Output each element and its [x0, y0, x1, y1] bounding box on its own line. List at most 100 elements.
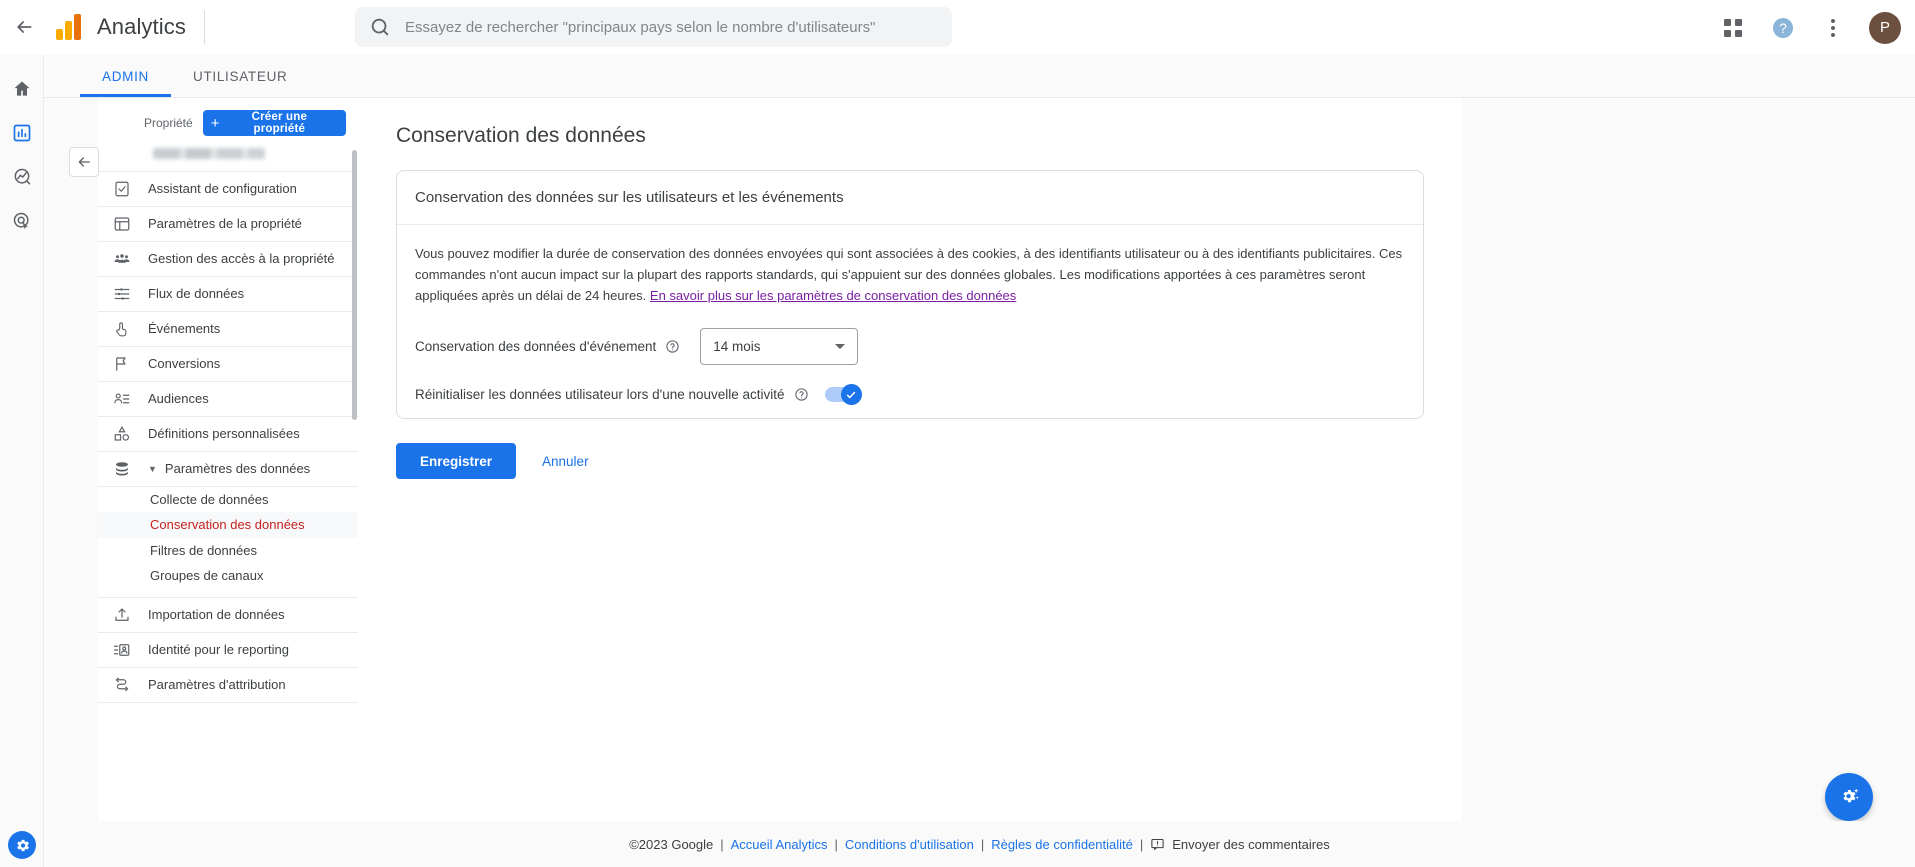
- data-streams-icon: [112, 284, 132, 304]
- card-body: Vous pouvez modifier la durée de conserv…: [397, 225, 1423, 418]
- sidebar-item-evenements[interactable]: Événements: [98, 312, 358, 347]
- footer-separator: |: [1139, 836, 1144, 852]
- footer-link-analytics-home[interactable]: Accueil Analytics: [731, 837, 828, 852]
- create-property-label: Créer une propriété: [251, 111, 308, 135]
- sidebar-item-parametres-des-donnees[interactable]: ▼ Paramètres des données: [98, 452, 358, 487]
- footer-copyright: ©2023 Google: [629, 836, 714, 852]
- main-content: Conservation des données Conservation de…: [358, 98, 1462, 821]
- sidebar-item-definitions-personnalisees[interactable]: Définitions personnalisées: [98, 417, 358, 452]
- sidebar-scrollbar[interactable]: [351, 98, 358, 821]
- plus-icon: +: [210, 114, 220, 132]
- rail-item-explore[interactable]: [0, 155, 44, 199]
- sidebar-subitem-conservation-des-donnees[interactable]: Conservation des données: [98, 512, 358, 539]
- sidebar-item-flux-de-donnees[interactable]: Flux de données: [98, 277, 358, 312]
- sidebar-collapse-button[interactable]: [69, 147, 99, 177]
- identity-icon: [112, 640, 132, 660]
- gear-sparkle-icon: [1843, 788, 1859, 803]
- sidebar-item-label: Importation de données: [148, 606, 285, 622]
- sidebar-item-parametres-dattribution[interactable]: Paramètres d'attribution: [98, 668, 358, 704]
- sidebar-item-label: Définitions personnalisées: [148, 425, 300, 441]
- avatar[interactable]: P: [1869, 11, 1901, 44]
- sidebar-item-assistant-de-configuration[interactable]: Assistant de configuration: [98, 172, 358, 207]
- admin-sidebar: Propriété + Créer une propriété Assistan…: [98, 98, 358, 821]
- help-circle-icon[interactable]: [794, 387, 809, 402]
- tab-admin[interactable]: ADMIN: [80, 55, 171, 97]
- search-input[interactable]: [405, 18, 938, 36]
- sidebar-item-gestion-des-acces[interactable]: Gestion des accès à la propriété: [98, 242, 358, 277]
- tab-utilisateur[interactable]: UTILISATEUR: [171, 55, 309, 97]
- analytics-logo-icon: [56, 14, 81, 40]
- page-body: Propriété + Créer une propriété Assistan…: [44, 98, 1915, 867]
- feedback-label[interactable]: Envoyer des commentaires: [1172, 837, 1330, 852]
- admin-tabs: ADMIN UTILISATEUR: [44, 55, 1915, 98]
- form-actions: Enregistrer Annuler: [396, 443, 1424, 480]
- sidebar-nav-list: Assistant de configuration Paramètres de…: [98, 171, 358, 704]
- sidebar-item-importation-de-donnees[interactable]: Importation de données: [98, 597, 358, 634]
- footer-link-privacy[interactable]: Règles de confidentialité: [991, 837, 1133, 852]
- property-header: Propriété + Créer une propriété: [98, 98, 358, 144]
- checklist-icon: [112, 179, 132, 199]
- sidebar-item-identite-pour-le-reporting[interactable]: Identité pour le reporting: [98, 633, 358, 669]
- footer-separator: |: [980, 836, 985, 852]
- back-arrow-icon[interactable]: [0, 0, 48, 55]
- help-circle-icon[interactable]: [665, 339, 680, 354]
- rail-settings: [0, 831, 44, 859]
- description-text: Vous pouvez modifier la durée de conserv…: [415, 243, 1405, 306]
- search-bar[interactable]: [355, 7, 952, 47]
- footer-separator: |: [834, 836, 838, 852]
- rail-item-reports[interactable]: [0, 111, 44, 155]
- insights-fab-button[interactable]: [1825, 773, 1873, 821]
- event-retention-select[interactable]: 14 mois: [700, 328, 859, 366]
- sidebar-subitem-collecte-de-donnees[interactable]: Collecte de données: [98, 487, 358, 512]
- sidebar-item-label: Flux de données: [148, 285, 245, 301]
- chevron-down-icon: [835, 344, 846, 350]
- rail-item-advertising[interactable]: [0, 199, 44, 243]
- search-icon: [369, 16, 391, 38]
- reset-user-data-toggle[interactable]: [824, 384, 862, 406]
- reset-user-data-label: Réinitialiser les données utilisateur lo…: [415, 387, 785, 403]
- feedback-icon[interactable]: [1150, 837, 1165, 852]
- footer-separator: |: [720, 836, 724, 852]
- sidebar-item-label: Paramètres de la propriété: [148, 215, 302, 231]
- sidebar-subitem-groupes-de-canaux[interactable]: Groupes de canaux: [98, 563, 358, 588]
- reset-user-data-row: Réinitialiser les données utilisateur lo…: [415, 384, 1405, 406]
- sidebar-item-parametres-de-la-propriete[interactable]: Paramètres de la propriété: [98, 207, 358, 242]
- sidebar-item-label: Conversions: [148, 355, 221, 371]
- gear-icon[interactable]: [8, 831, 36, 859]
- sidebar-item-label: Identité pour le reporting: [148, 641, 289, 657]
- left-rail: [0, 55, 44, 867]
- property-label: Propriété: [144, 116, 193, 130]
- event-retention-value: 14 mois: [713, 339, 761, 355]
- save-button[interactable]: Enregistrer: [396, 443, 517, 480]
- sidebar-scrollbar-thumb[interactable]: [352, 150, 357, 420]
- brand-divider: [203, 10, 205, 44]
- more-vertical-icon[interactable]: [1819, 14, 1847, 42]
- top-bar: Analytics ? P: [0, 0, 1915, 55]
- help-circle-icon[interactable]: ?: [1769, 14, 1797, 42]
- people-icon: [112, 249, 132, 269]
- sidebar-item-label: Gestion des accès à la propriété: [148, 250, 335, 266]
- brand-title: Analytics: [97, 14, 186, 39]
- chevron-down-icon[interactable]: ▼: [148, 464, 157, 474]
- cancel-button[interactable]: Annuler: [528, 443, 603, 479]
- sidebar-item-audiences[interactable]: Audiences: [98, 382, 358, 417]
- sidebar-subitem-filtres-de-donnees[interactable]: Filtres de données: [98, 538, 358, 563]
- sidebar-item-label: Assistant de configuration: [148, 180, 297, 196]
- sidebar-item-label: Événements: [148, 320, 221, 336]
- upload-icon: [112, 605, 132, 625]
- database-icon: [112, 459, 132, 479]
- shapes-icon: [112, 424, 132, 444]
- card-title: Conservation des données sur les utilisa…: [397, 171, 1423, 225]
- toggle-knob: [840, 384, 862, 406]
- page-title: Conservation des données: [396, 124, 646, 147]
- footer-link-terms[interactable]: Conditions d'utilisation: [845, 837, 974, 852]
- flag-icon: [112, 354, 132, 374]
- sidebar-item-conversions[interactable]: Conversions: [98, 347, 358, 382]
- tap-hand-icon: [112, 319, 132, 339]
- rail-item-home[interactable]: [0, 67, 44, 111]
- create-property-button[interactable]: + Créer une propriété: [202, 110, 346, 136]
- learn-more-link[interactable]: En savoir plus sur les paramètres de con…: [650, 288, 1016, 303]
- attribution-icon: [112, 675, 132, 695]
- apps-grid-icon[interactable]: [1719, 14, 1747, 42]
- property-name-redacted: [153, 148, 265, 159]
